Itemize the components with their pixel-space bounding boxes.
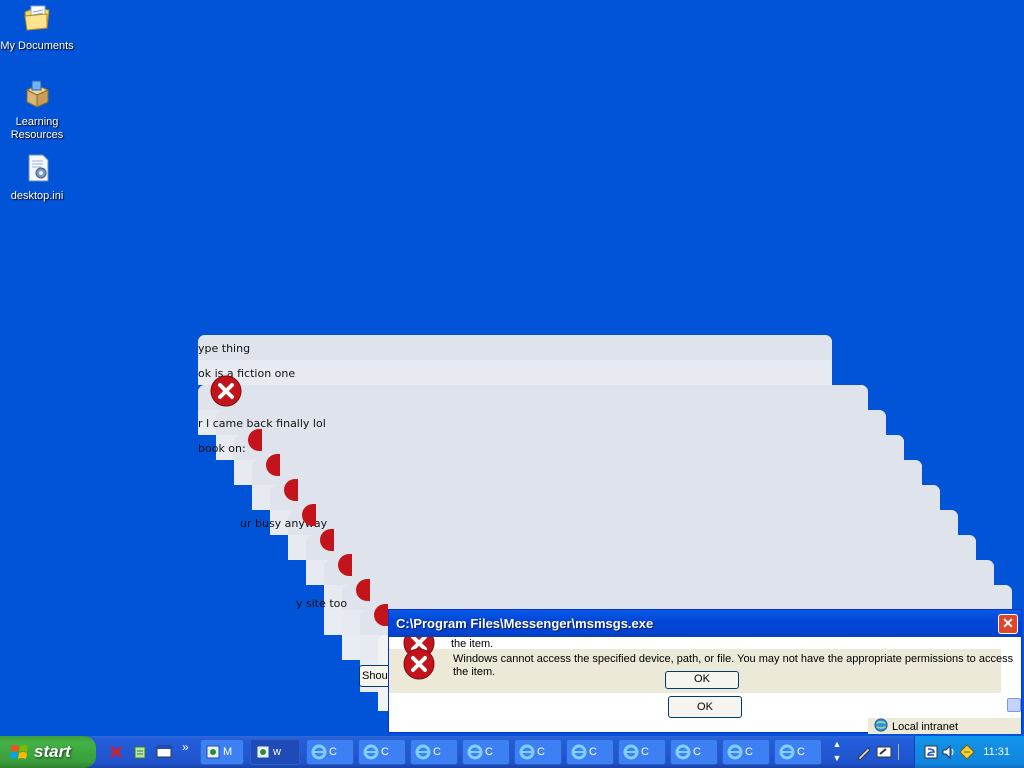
taskbar-button-label: C	[381, 746, 389, 758]
desktop-icon-label: My Documents	[0, 40, 74, 52]
taskbar-button-label: C	[537, 746, 545, 758]
error-dialog: C:\Program Files\Messenger\msmsgs.exe ✕ …	[388, 609, 1022, 733]
volume-icon[interactable]	[941, 744, 957, 760]
error-icon	[210, 375, 242, 407]
zone-label: Local intranet	[892, 721, 959, 733]
taskbar-button[interactable]: C	[618, 739, 666, 765]
taskbar-scroll-down[interactable]: ▼	[830, 753, 844, 765]
internet-explorer-icon	[779, 744, 795, 760]
error-icon	[403, 648, 435, 680]
status-bar: Local intranet	[868, 718, 1021, 734]
ok-button[interactable]: OK	[668, 696, 742, 718]
taskbar-button-label: C	[433, 746, 441, 758]
taskbar-button[interactable]: C	[514, 739, 562, 765]
desktop-icon-learning-resources[interactable]: Learning Resources	[0, 78, 74, 142]
taskbar-button-label: C	[641, 746, 649, 758]
taskbar-button[interactable]: C	[722, 739, 770, 765]
start-label: start	[34, 742, 71, 761]
taskbar-button[interactable]: C	[410, 739, 458, 765]
taskbar-button[interactable]: C	[306, 739, 354, 765]
internet-explorer-icon	[311, 744, 327, 760]
taskbar-button-label: C	[329, 746, 337, 758]
taskbar-button[interactable]: C	[670, 739, 718, 765]
internet-explorer-icon	[467, 744, 483, 760]
clock[interactable]: 11:31	[983, 746, 1010, 758]
system-tray: 11:31	[914, 736, 1024, 768]
taskbar-button-label: w	[273, 746, 281, 758]
close-button[interactable]: ✕	[998, 614, 1018, 634]
desktop-icon-label: Learning Resources	[10, 116, 64, 141]
taskbar-button-label: C	[485, 746, 493, 758]
scroll-up-arrow[interactable]	[1007, 698, 1021, 712]
desktop-icon-my-documents[interactable]: My Documents	[0, 2, 74, 53]
dialog-title: C:\Program Files\Messenger\msmsgs.exe	[396, 616, 654, 631]
chat-line: ype thing	[198, 342, 251, 355]
internet-explorer-icon	[623, 744, 639, 760]
internet-explorer-icon	[675, 744, 691, 760]
desktop-icon-label: desktop.ini	[10, 190, 64, 202]
show-desktop-icon[interactable]	[156, 744, 172, 760]
taskbar-button[interactable]: C	[462, 739, 510, 765]
learning-resources-icon	[25, 80, 50, 108]
start-button[interactable]: start	[0, 736, 96, 768]
taskbar-button[interactable]: C	[774, 739, 822, 765]
messenger-window-icon	[206, 745, 220, 759]
chat-line: y site too	[296, 597, 348, 610]
taskbar-button-label: M	[223, 746, 233, 758]
taskbar-button[interactable]: w	[250, 739, 300, 765]
pen-tool-icon[interactable]	[856, 744, 872, 760]
recycle-icon[interactable]	[132, 744, 148, 760]
internet-explorer-icon	[363, 744, 379, 760]
internet-explorer-icon	[571, 744, 587, 760]
desktop-icon-desktop-ini[interactable]: desktop.ini	[0, 152, 74, 203]
taskbar-scroll-up[interactable]: ▲	[830, 739, 844, 751]
globe-icon	[874, 718, 888, 732]
config-file-icon	[28, 154, 49, 182]
taskbar-button[interactable]: C	[358, 739, 406, 765]
internet-explorer-icon	[519, 744, 535, 760]
taskbar-button-label: C	[797, 746, 805, 758]
messenger-window-icon	[256, 745, 270, 759]
internet-explorer-icon	[415, 744, 431, 760]
taskbar-button-label: C	[745, 746, 753, 758]
dialog-titlebar[interactable]: C:\Program Files\Messenger\msmsgs.exe ✕	[389, 610, 1021, 637]
quick-launch-chevron[interactable]: »	[182, 740, 189, 754]
toolbar-separator	[898, 744, 899, 760]
close-red-x-icon[interactable]	[108, 744, 124, 760]
taskbar-button[interactable]: M	[200, 739, 244, 765]
taskbar-button-label: C	[693, 746, 701, 758]
network-icon[interactable]	[959, 744, 975, 760]
ok-button-back[interactable]: OK	[665, 671, 739, 689]
chat-line: book on:	[198, 442, 246, 455]
taskbar: start » M w C C C C C C C C C C ▲ ▼ 11:3…	[0, 736, 1024, 768]
my-documents-icon	[24, 5, 50, 31]
tray-app-icon[interactable]	[923, 744, 939, 760]
tablet-input-icon[interactable]	[876, 744, 892, 760]
taskbar-button[interactable]: C	[566, 739, 614, 765]
windows-logo-icon	[10, 745, 28, 759]
taskbar-button-label: C	[589, 746, 597, 758]
internet-explorer-icon	[727, 744, 743, 760]
message-partial: the item.	[451, 638, 494, 650]
